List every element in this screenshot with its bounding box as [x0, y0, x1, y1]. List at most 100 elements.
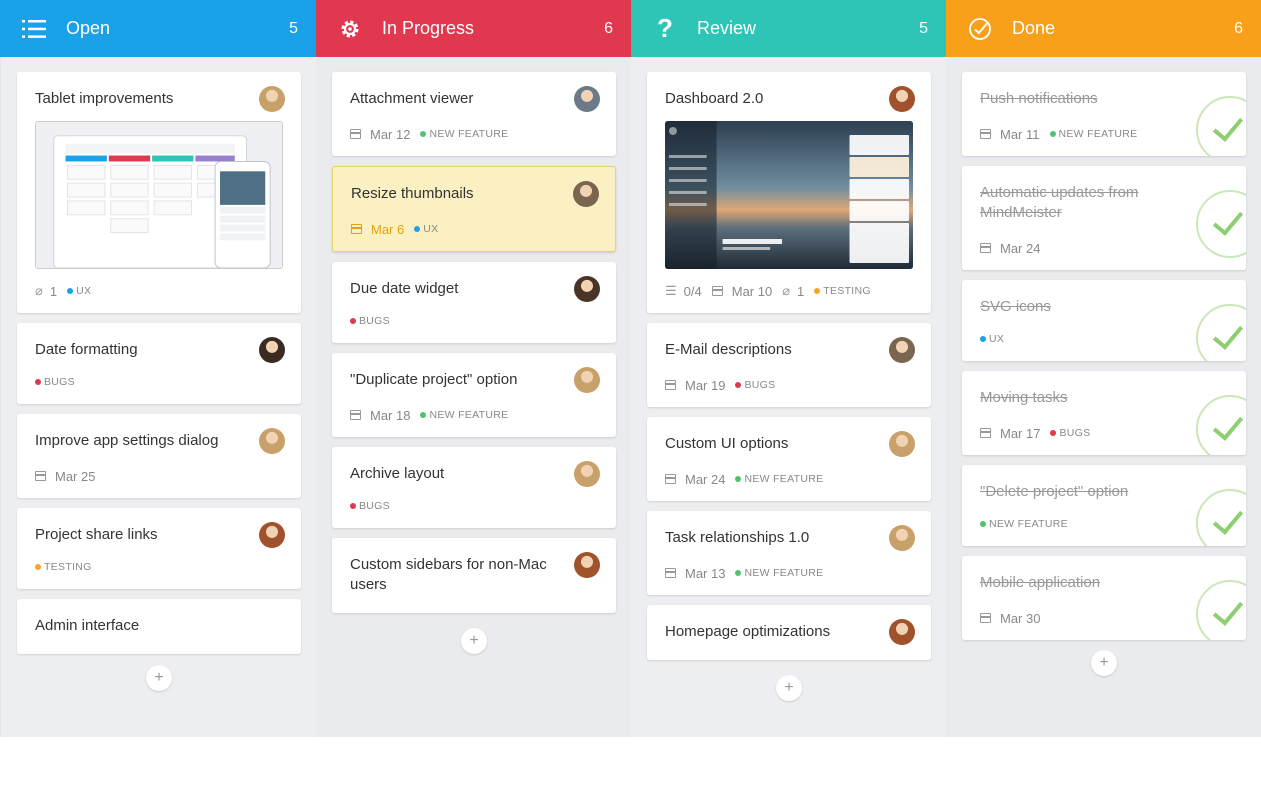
- task-title: "Delete project" option: [980, 483, 1129, 500]
- task-card[interactable]: "Delete project" option NEW FEATURE: [962, 465, 1246, 546]
- task-card[interactable]: Dashboard 2.0 ☰ 0/4 Mar 10 ⌀ 1 TESTING: [647, 72, 931, 313]
- task-card[interactable]: SVG icons UX: [962, 280, 1246, 361]
- column-header[interactable]: Done 6: [946, 0, 1261, 57]
- task-card[interactable]: Attachment viewer Mar 12 NEW FEATURE: [332, 72, 616, 156]
- task-meta: BUGS: [350, 498, 598, 514]
- avatar[interactable]: [574, 276, 600, 302]
- avatar[interactable]: [574, 552, 600, 578]
- due-date: Mar 24: [980, 241, 1040, 256]
- calendar-icon: [980, 428, 991, 438]
- task-card[interactable]: E-Mail descriptions Mar 19 BUGS: [647, 323, 931, 407]
- dashboard-screenshot[interactable]: [665, 121, 913, 269]
- due-date: Mar 6: [351, 222, 404, 237]
- due-date-text: Mar 6: [371, 221, 405, 237]
- column-body: Tablet improvements ⌀ 1 UX Date formatting BU…: [0, 57, 316, 737]
- task-card[interactable]: Task relationships 1.0 Mar 13 NEW FEATURE: [647, 511, 931, 595]
- task-card[interactable]: Automatic updates from MindMeister Mar 24: [962, 166, 1246, 270]
- avatar[interactable]: [574, 86, 600, 112]
- task-card[interactable]: Resize thumbnails Mar 6 UX: [332, 166, 616, 252]
- column-header[interactable]: ? Review 5: [631, 0, 946, 57]
- avatar[interactable]: [259, 428, 285, 454]
- task-card[interactable]: Custom sidebars for non-Mac users: [332, 538, 616, 613]
- calendar-icon: [980, 129, 991, 139]
- task-card[interactable]: Improve app settings dialog Mar 25: [17, 414, 301, 498]
- task-card[interactable]: Push notifications Mar 11 NEW FEATURE: [962, 72, 1246, 156]
- tag-text: TESTING: [44, 561, 92, 573]
- avatar[interactable]: [259, 522, 285, 548]
- tablet-screenshot[interactable]: [35, 121, 283, 269]
- task-card[interactable]: "Duplicate project" option Mar 18 NEW FEAT…: [332, 353, 616, 437]
- task-card[interactable]: Project share links TESTING: [17, 508, 301, 589]
- task-card[interactable]: Homepage optimizations: [647, 605, 931, 660]
- calendar-icon: [665, 568, 676, 578]
- column-body: Attachment viewer Mar 12 NEW FEATURE Resize…: [316, 57, 631, 737]
- due-date: Mar 19: [665, 378, 725, 393]
- tag-label: UX: [980, 333, 1004, 345]
- avatar[interactable]: [574, 367, 600, 393]
- column-header[interactable]: Open 5: [0, 0, 316, 57]
- calendar-icon: [350, 410, 361, 420]
- avatar[interactable]: [574, 461, 600, 487]
- tag-label: NEW FEATURE: [420, 128, 508, 140]
- due-date-text: Mar 11: [1000, 126, 1040, 142]
- add-task-button[interactable]: +: [1091, 650, 1117, 676]
- due-date-text: Mar 18: [370, 407, 411, 423]
- due-date: Mar 10: [711, 284, 772, 299]
- add-task-button[interactable]: +: [776, 675, 802, 701]
- checklist-count: ☰ 0/4: [665, 283, 702, 299]
- avatar[interactable]: [889, 86, 915, 112]
- list-icon: [20, 15, 48, 43]
- task-card[interactable]: Archive layout BUGS: [332, 447, 616, 528]
- tag-text: UX: [76, 285, 92, 297]
- add-task-button[interactable]: +: [461, 628, 487, 654]
- avatar[interactable]: [259, 86, 285, 112]
- task-title: SVG icons: [980, 298, 1051, 315]
- due-date-text: Mar 12: [370, 126, 411, 142]
- due-date: Mar 18: [350, 408, 410, 423]
- due-date-text: Mar 17: [1000, 425, 1041, 441]
- task-title: Custom UI options: [665, 435, 789, 452]
- due-date-text: Mar 25: [55, 468, 96, 484]
- avatar[interactable]: [259, 337, 285, 363]
- tag-dot: [350, 503, 356, 509]
- task-card[interactable]: Tablet improvements ⌀ 1 UX: [17, 72, 301, 313]
- avatar[interactable]: [889, 337, 915, 363]
- task-title: "Duplicate project" option: [350, 371, 518, 388]
- column-count: 5: [289, 19, 298, 37]
- task-title: Project share links: [35, 526, 158, 543]
- task-card[interactable]: Custom UI options Mar 24 NEW FEATURE: [647, 417, 931, 501]
- task-card[interactable]: Due date widget BUGS: [332, 262, 616, 343]
- task-meta: ⌀ 1 UX: [35, 283, 283, 299]
- task-card[interactable]: Moving tasks Mar 17 BUGS: [962, 371, 1246, 455]
- task-meta: Mar 18 NEW FEATURE: [350, 407, 598, 423]
- column-header[interactable]: In Progress 6: [316, 0, 631, 57]
- task-title: Resize thumbnails: [351, 185, 474, 202]
- tag-label: NEW FEATURE: [1049, 128, 1138, 140]
- column-body: Push notifications Mar 11 NEW FEATURE Autom…: [946, 57, 1261, 737]
- column-count: 6: [604, 19, 613, 37]
- avatar[interactable]: [573, 181, 599, 207]
- paperclip-icon: ⌀: [35, 283, 43, 298]
- due-date-text: Mar 24: [1000, 240, 1041, 256]
- task-title: Moving tasks: [980, 389, 1068, 406]
- tag-dot: [1049, 131, 1056, 137]
- kanban-board: Open 5 Tablet improvements ⌀ 1 UX Date formatt…: [0, 0, 1261, 737]
- avatar[interactable]: [889, 431, 915, 457]
- attachment-count: ⌀ 1: [35, 283, 57, 299]
- add-task-button[interactable]: +: [146, 665, 172, 691]
- task-meta: Mar 13 NEW FEATURE: [665, 565, 913, 581]
- task-meta: Mar 11 NEW FEATURE: [980, 126, 1228, 142]
- paperclip-icon: ⌀: [782, 283, 791, 298]
- avatar[interactable]: [889, 525, 915, 551]
- task-card[interactable]: Date formatting BUGS: [17, 323, 301, 404]
- tag-text: NEW FEATURE: [1058, 128, 1138, 140]
- attachment-count: ⌀ 1: [782, 283, 804, 299]
- task-meta: NEW FEATURE: [980, 516, 1228, 532]
- due-date: Mar 25: [35, 469, 95, 484]
- avatar[interactable]: [889, 619, 915, 645]
- tag-dot: [350, 318, 356, 324]
- task-card[interactable]: Admin interface: [17, 599, 301, 654]
- task-card[interactable]: Mobile application Mar 30: [962, 556, 1246, 640]
- task-title: Homepage optimizations: [665, 623, 831, 640]
- task-meta: Mar 19 BUGS: [665, 377, 913, 393]
